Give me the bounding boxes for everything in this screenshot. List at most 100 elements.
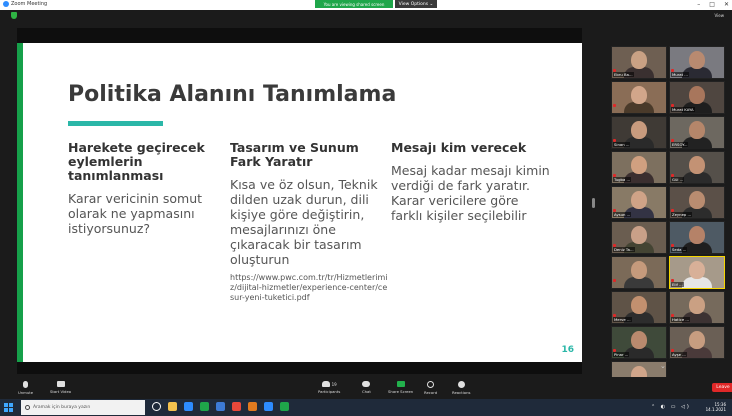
start-video-button[interactable]: Start Video	[50, 381, 71, 394]
meeting-header	[0, 10, 732, 22]
participant-tile[interactable]: Gül ...	[669, 151, 725, 184]
chat-button[interactable]: Chat	[362, 381, 371, 394]
record-icon	[427, 381, 435, 388]
smiley-icon	[457, 381, 465, 388]
toolbar-label: Record	[424, 390, 438, 395]
viewing-shared-screen-banner: You are viewing shared screen	[315, 0, 393, 8]
column-body: Kısa ve öz olsun, Teknik dilden uzak dur…	[230, 177, 378, 267]
toolbar-label: Share Screen	[388, 389, 414, 394]
participant-face	[631, 51, 647, 69]
taskbar-app-icon[interactable]	[152, 402, 161, 411]
participant-tile[interactable]: Ebru Ba...	[611, 46, 667, 79]
taskbar-app-icon[interactable]	[248, 402, 257, 411]
maximize-button[interactable]: □	[709, 1, 715, 8]
zoom-logo-icon	[3, 1, 9, 7]
taskbar-search-box[interactable]: Aramak için buraya yazın	[21, 400, 145, 415]
participant-face	[689, 51, 705, 69]
title-bar: Zoom Meeting You are viewing shared scre…	[0, 0, 732, 10]
taskbar-app-icon[interactable]	[280, 402, 289, 411]
participant-tile[interactable]: Deniz Ta...	[611, 221, 667, 254]
participant-name: Elif ...	[671, 282, 684, 287]
system-clock[interactable]: 15:36 14.1.2021	[706, 402, 726, 412]
gallery-scroll-down-icon[interactable]: ⌄	[660, 362, 666, 370]
toolbar-label: Chat	[362, 389, 371, 394]
column-heading: Harekete geçirecek eylemlerin tanımlanma…	[68, 140, 205, 183]
chat-bubble-icon	[362, 381, 371, 387]
participant-face	[689, 191, 705, 209]
close-button[interactable]: ✕	[724, 1, 729, 8]
participant-name: Tugba ...	[613, 177, 632, 182]
participant-face	[689, 331, 705, 349]
record-button[interactable]: Record	[424, 381, 437, 395]
participant-face	[631, 191, 647, 209]
system-tray-icons[interactable]: ⌃ ◐ ▭ ◁)	[651, 404, 691, 410]
participants-button[interactable]: 19 Participants	[318, 381, 340, 394]
view-options-button[interactable]: View Options ⌄	[395, 0, 437, 8]
windows-start-icon[interactable]	[4, 403, 13, 412]
window-controls: – □ ✕	[697, 1, 729, 8]
shared-slide: Politika Alanını Tanımlama Harekete geçi…	[17, 43, 582, 362]
panel-resize-handle[interactable]	[592, 198, 595, 208]
participant-tile[interactable]: Merve ...	[611, 291, 667, 324]
taskbar-app-icon[interactable]	[168, 402, 177, 411]
encryption-shield-icon[interactable]	[11, 12, 17, 19]
reactions-button[interactable]: Reactions	[452, 381, 470, 395]
participant-tile[interactable]: Aysun ...	[611, 186, 667, 219]
toolbar-label: Unmute	[18, 390, 34, 395]
participant-tile[interactable]: Hatice ...	[669, 291, 725, 324]
source-url: https://www.pwc.com.tr/tr/Hizmetlerimiz/…	[230, 273, 388, 302]
participant-face	[631, 331, 647, 349]
participant-tile[interactable]: Pinar ...	[611, 326, 667, 359]
participant-tile[interactable]: Zeynep ...	[669, 186, 725, 219]
slide-title-underline	[68, 121, 163, 126]
participant-tile[interactable]: ERSOY...	[669, 116, 725, 149]
minimize-button[interactable]: –	[697, 1, 700, 8]
taskbar-app-icon[interactable]	[216, 402, 225, 411]
participant-name: Seda ...	[671, 247, 688, 252]
view-button[interactable]: View	[715, 13, 725, 18]
participant-tile[interactable]	[611, 256, 667, 289]
share-screen-button[interactable]: Share Screen	[388, 381, 413, 394]
participant-tile[interactable]: Tugba ...	[611, 151, 667, 184]
taskbar-app-icon[interactable]	[200, 402, 209, 411]
participant-face	[631, 261, 647, 279]
participant-face	[631, 226, 647, 244]
participant-name: Murat ...	[671, 72, 689, 77]
participant-tile[interactable]	[611, 81, 667, 114]
participant-face	[689, 121, 705, 139]
taskbar-app-icon[interactable]	[232, 402, 241, 411]
participant-tile[interactable]: Seda ...	[669, 221, 725, 254]
participant-face	[689, 156, 705, 174]
participant-face	[631, 121, 647, 139]
participant-face	[689, 296, 705, 314]
taskbar-app-icon[interactable]	[184, 402, 193, 411]
participant-name: Ebru Ba...	[613, 72, 634, 77]
participant-name: Deniz Ta...	[613, 247, 635, 252]
toolbar-label: Reactions	[452, 390, 471, 395]
unmute-button[interactable]: Unmute	[18, 381, 33, 395]
participant-face	[631, 156, 647, 174]
search-icon	[25, 405, 30, 410]
taskbar-app-icon[interactable]	[264, 402, 273, 411]
leave-button[interactable]: Leave	[712, 383, 732, 392]
column-heading: Mesajı kim verecek	[391, 140, 527, 155]
participant-name: Pinar ...	[613, 352, 630, 357]
participant-tile[interactable]: Ayşe ...	[669, 326, 725, 359]
participant-count: 19	[331, 381, 337, 387]
participant-tile[interactable]: Murat KAYA	[669, 81, 725, 114]
muted-mic-icon	[613, 104, 616, 107]
participant-face	[689, 226, 705, 244]
participant-name: ERSOY...	[671, 142, 689, 147]
participant-name: Merve ...	[613, 317, 632, 322]
participant-face	[631, 296, 647, 314]
column-body: Mesaj kadar mesajı kimin verdiği de fark…	[391, 163, 550, 223]
slide-bottom-strip	[17, 362, 582, 374]
slide-top-strip	[17, 28, 582, 43]
window-title: Zoom Meeting	[11, 1, 48, 7]
participant-tile[interactable]: Elif ...	[669, 256, 725, 289]
toolbar-label: Participants	[318, 389, 341, 394]
participant-tile[interactable]: Murat ...	[669, 46, 725, 79]
participant-tile[interactable]: Sinan ...	[611, 116, 667, 149]
slide-page-number: 16	[561, 345, 574, 355]
toolbar-label: Start Video	[50, 389, 72, 394]
